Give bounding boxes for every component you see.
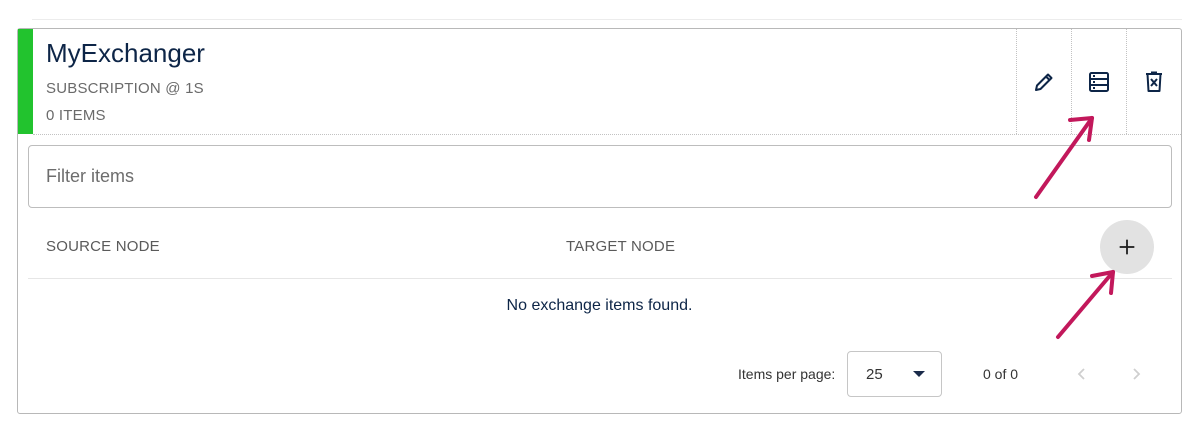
items-per-page-select[interactable]: 25	[847, 351, 942, 397]
table-header-divider	[28, 278, 1172, 279]
column-header-target-node: TARGET NODE	[566, 238, 676, 255]
exchanger-title: MyExchanger	[46, 38, 205, 68]
status-accent-bar	[18, 29, 33, 134]
delete-button[interactable]	[1126, 29, 1181, 134]
pagination-range: 0 of 0	[983, 366, 1019, 382]
previous-page-button[interactable]	[1071, 363, 1093, 385]
pencil-icon	[1035, 73, 1053, 91]
items-per-page-label: Items per page:	[738, 366, 836, 382]
filter-items-input[interactable]	[28, 145, 1172, 208]
exchanger-subtitle: SUBSCRIPTION @ 1S	[46, 80, 204, 97]
chevron-left-icon	[1077, 368, 1085, 380]
chevron-right-icon	[1133, 368, 1141, 380]
empty-state-message: No exchange items found.	[506, 297, 693, 314]
page-divider	[32, 19, 1182, 20]
header-divider	[33, 134, 1181, 135]
edit-button[interactable]	[1016, 29, 1071, 134]
list-icon	[1089, 71, 1109, 92]
column-header-source-node: SOURCE NODE	[46, 238, 160, 255]
delete-icon	[1146, 71, 1162, 92]
plus-icon	[1119, 239, 1135, 255]
items-per-page-value: 25	[866, 366, 883, 383]
next-page-button[interactable]	[1125, 363, 1147, 385]
add-item-button[interactable]	[1100, 220, 1154, 274]
exchanger-card: MyExchanger SUBSCRIPTION @ 1S 0 ITEMS SO…	[17, 28, 1182, 414]
manage-items-button[interactable]	[1071, 29, 1126, 134]
exchanger-item-count: 0 ITEMS	[46, 107, 106, 124]
caret-down-icon	[913, 371, 925, 377]
